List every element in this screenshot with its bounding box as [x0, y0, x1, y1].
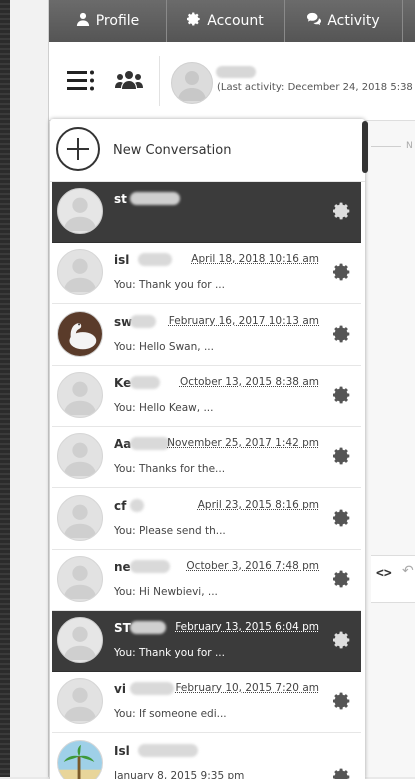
conversation-settings-gear-icon[interactable] — [332, 570, 351, 588]
conversation-settings-gear-icon[interactable] — [332, 263, 351, 281]
conversation-date: February 16, 2017 10:13 am — [168, 314, 319, 327]
avatar — [57, 555, 103, 602]
conversation-row[interactable]: cf April 23, 2015 8:16 pm You: Please send… — [52, 488, 361, 550]
conversation-date: April 18, 2018 10:16 am — [191, 253, 319, 266]
left-dark-strip — [0, 0, 10, 777]
reply-icon[interactable]: ↶ — [402, 563, 414, 579]
tab-label: Account — [207, 13, 264, 29]
conversation-name: Aa — [114, 437, 132, 452]
conversation-date: October 3, 2016 7:48 pm — [186, 559, 319, 572]
conversation-header: (Last activity: December 24, 2018 5:38 — [49, 42, 415, 121]
name-redaction — [138, 743, 198, 757]
message-preview: You: Thanks for the... — [114, 463, 226, 476]
new-conversation-button[interactable]: New Conversation — [50, 119, 365, 182]
name-redaction — [130, 498, 144, 512]
conversation-name: Isl — [114, 743, 130, 758]
avatar — [57, 371, 103, 418]
conversation-date: November 25, 2017 1:42 pm — [167, 437, 319, 450]
conversation-name: cf — [114, 498, 127, 513]
plus-circle-icon — [56, 127, 100, 171]
chat-bubbles-icon — [307, 12, 322, 30]
conversation-row[interactable]: ne October 3, 2016 7:48 pm You: Hi Newbiev… — [52, 549, 361, 611]
conversation-name: ST — [114, 621, 131, 636]
message-preview: You: If someone edi... — [114, 708, 227, 721]
conversation-row[interactable]: ST February 13, 2015 6:04 pm You: Thank yo… — [52, 611, 361, 673]
name-redaction — [130, 682, 174, 696]
conversation-row[interactable]: Isl January 8, 2015 9:35 pm — [52, 733, 361, 779]
tab-label: Profile — [95, 13, 140, 29]
date-divider-label: N — [406, 141, 413, 151]
header-divider — [159, 56, 160, 106]
recipient-name-redacted — [216, 66, 256, 78]
name-redaction — [130, 437, 170, 451]
conversation-row[interactable]: Aa November 25, 2017 1:42 pm You: Thanks f… — [52, 427, 361, 489]
message-preview: You: Thank you for ... — [114, 647, 225, 660]
tab-profile[interactable]: Profile — [49, 0, 167, 42]
avatar — [57, 617, 103, 664]
message-preview: You: Hello Keaw, ... — [114, 401, 214, 414]
conversation-row[interactable]: isl April 18, 2018 10:16 am You: Thank you… — [52, 243, 361, 305]
avatar — [57, 310, 103, 357]
conversation-settings-gear-icon[interactable] — [332, 386, 351, 404]
message-preview: You: Hi Newbievi, ... — [114, 585, 218, 598]
list-menu-icon[interactable] — [67, 69, 95, 93]
conversation-name: st — [114, 192, 127, 206]
tab-label: Activity — [327, 13, 380, 29]
conversation-settings-gear-icon[interactable] — [332, 692, 351, 710]
avatar — [57, 739, 103, 779]
conversation-date: October 13, 2015 8:38 am — [179, 375, 319, 388]
conversation-row[interactable]: Ke October 13, 2015 8:38 am You: Hello Kea… — [52, 365, 361, 427]
name-redaction — [130, 559, 170, 573]
conversation-settings-gear-icon[interactable] — [332, 325, 351, 343]
date-divider-line — [371, 146, 401, 147]
name-redaction — [130, 375, 160, 389]
conversation-settings-gear-icon[interactable] — [332, 631, 351, 649]
tab-overflow[interactable] — [403, 0, 415, 42]
conversation-settings-gear-icon[interactable] — [332, 768, 351, 779]
conversation-name: ne — [114, 559, 131, 574]
conversation-name: isl — [114, 253, 130, 268]
message-preview: You: Hello Swan, ... — [114, 340, 214, 353]
conversation-row[interactable]: st — [52, 182, 361, 243]
conversation-name: vi — [114, 682, 126, 697]
avatar — [57, 188, 103, 234]
conversation-date: January 8, 2015 9:35 pm — [114, 769, 245, 779]
name-redaction — [130, 192, 180, 205]
conversation-date: February 10, 2015 7:20 am — [175, 682, 319, 695]
conversation-name: Ke — [114, 375, 132, 390]
tab-account[interactable]: Account — [167, 0, 285, 42]
panel-scrollbar[interactable] — [362, 121, 368, 173]
name-redaction — [138, 253, 172, 267]
left-gutter — [10, 0, 49, 777]
top-nav: Profile Account Activity — [49, 0, 415, 43]
new-conversation-label: New Conversation — [113, 143, 232, 158]
name-redaction — [130, 314, 156, 328]
recipient-avatar[interactable] — [171, 62, 213, 104]
user-icon — [76, 12, 90, 30]
avatar — [57, 249, 103, 296]
conversation-date: February 13, 2015 6:04 pm — [175, 621, 319, 634]
conversation-row[interactable]: vi February 10, 2015 7:20 am You: If someo… — [52, 672, 361, 734]
avatar — [57, 678, 103, 725]
conversation-settings-gear-icon[interactable] — [332, 509, 351, 527]
message-preview: You: Please send th... — [114, 524, 226, 537]
conversation-date: April 23, 2015 8:16 pm — [197, 498, 319, 511]
avatar — [57, 433, 103, 480]
conversation-row[interactable]: sw February 16, 2017 10:13 am You: Hello S… — [52, 304, 361, 366]
conversation-settings-gear-icon[interactable] — [332, 447, 351, 465]
gear-icon — [187, 12, 201, 30]
code-icon[interactable]: <> — [376, 566, 392, 581]
avatar — [57, 494, 103, 541]
group-users-icon[interactable] — [115, 69, 143, 93]
tab-activity[interactable]: Activity — [285, 0, 403, 42]
conversations-panel: New Conversation st isl April 18, 2018 10:… — [50, 119, 365, 779]
last-activity-text: (Last activity: December 24, 2018 5:38 — [217, 82, 413, 93]
message-preview: You: Thank you for ... — [114, 279, 225, 292]
name-redaction — [130, 621, 166, 635]
conversation-settings-gear-icon[interactable] — [332, 202, 351, 220]
